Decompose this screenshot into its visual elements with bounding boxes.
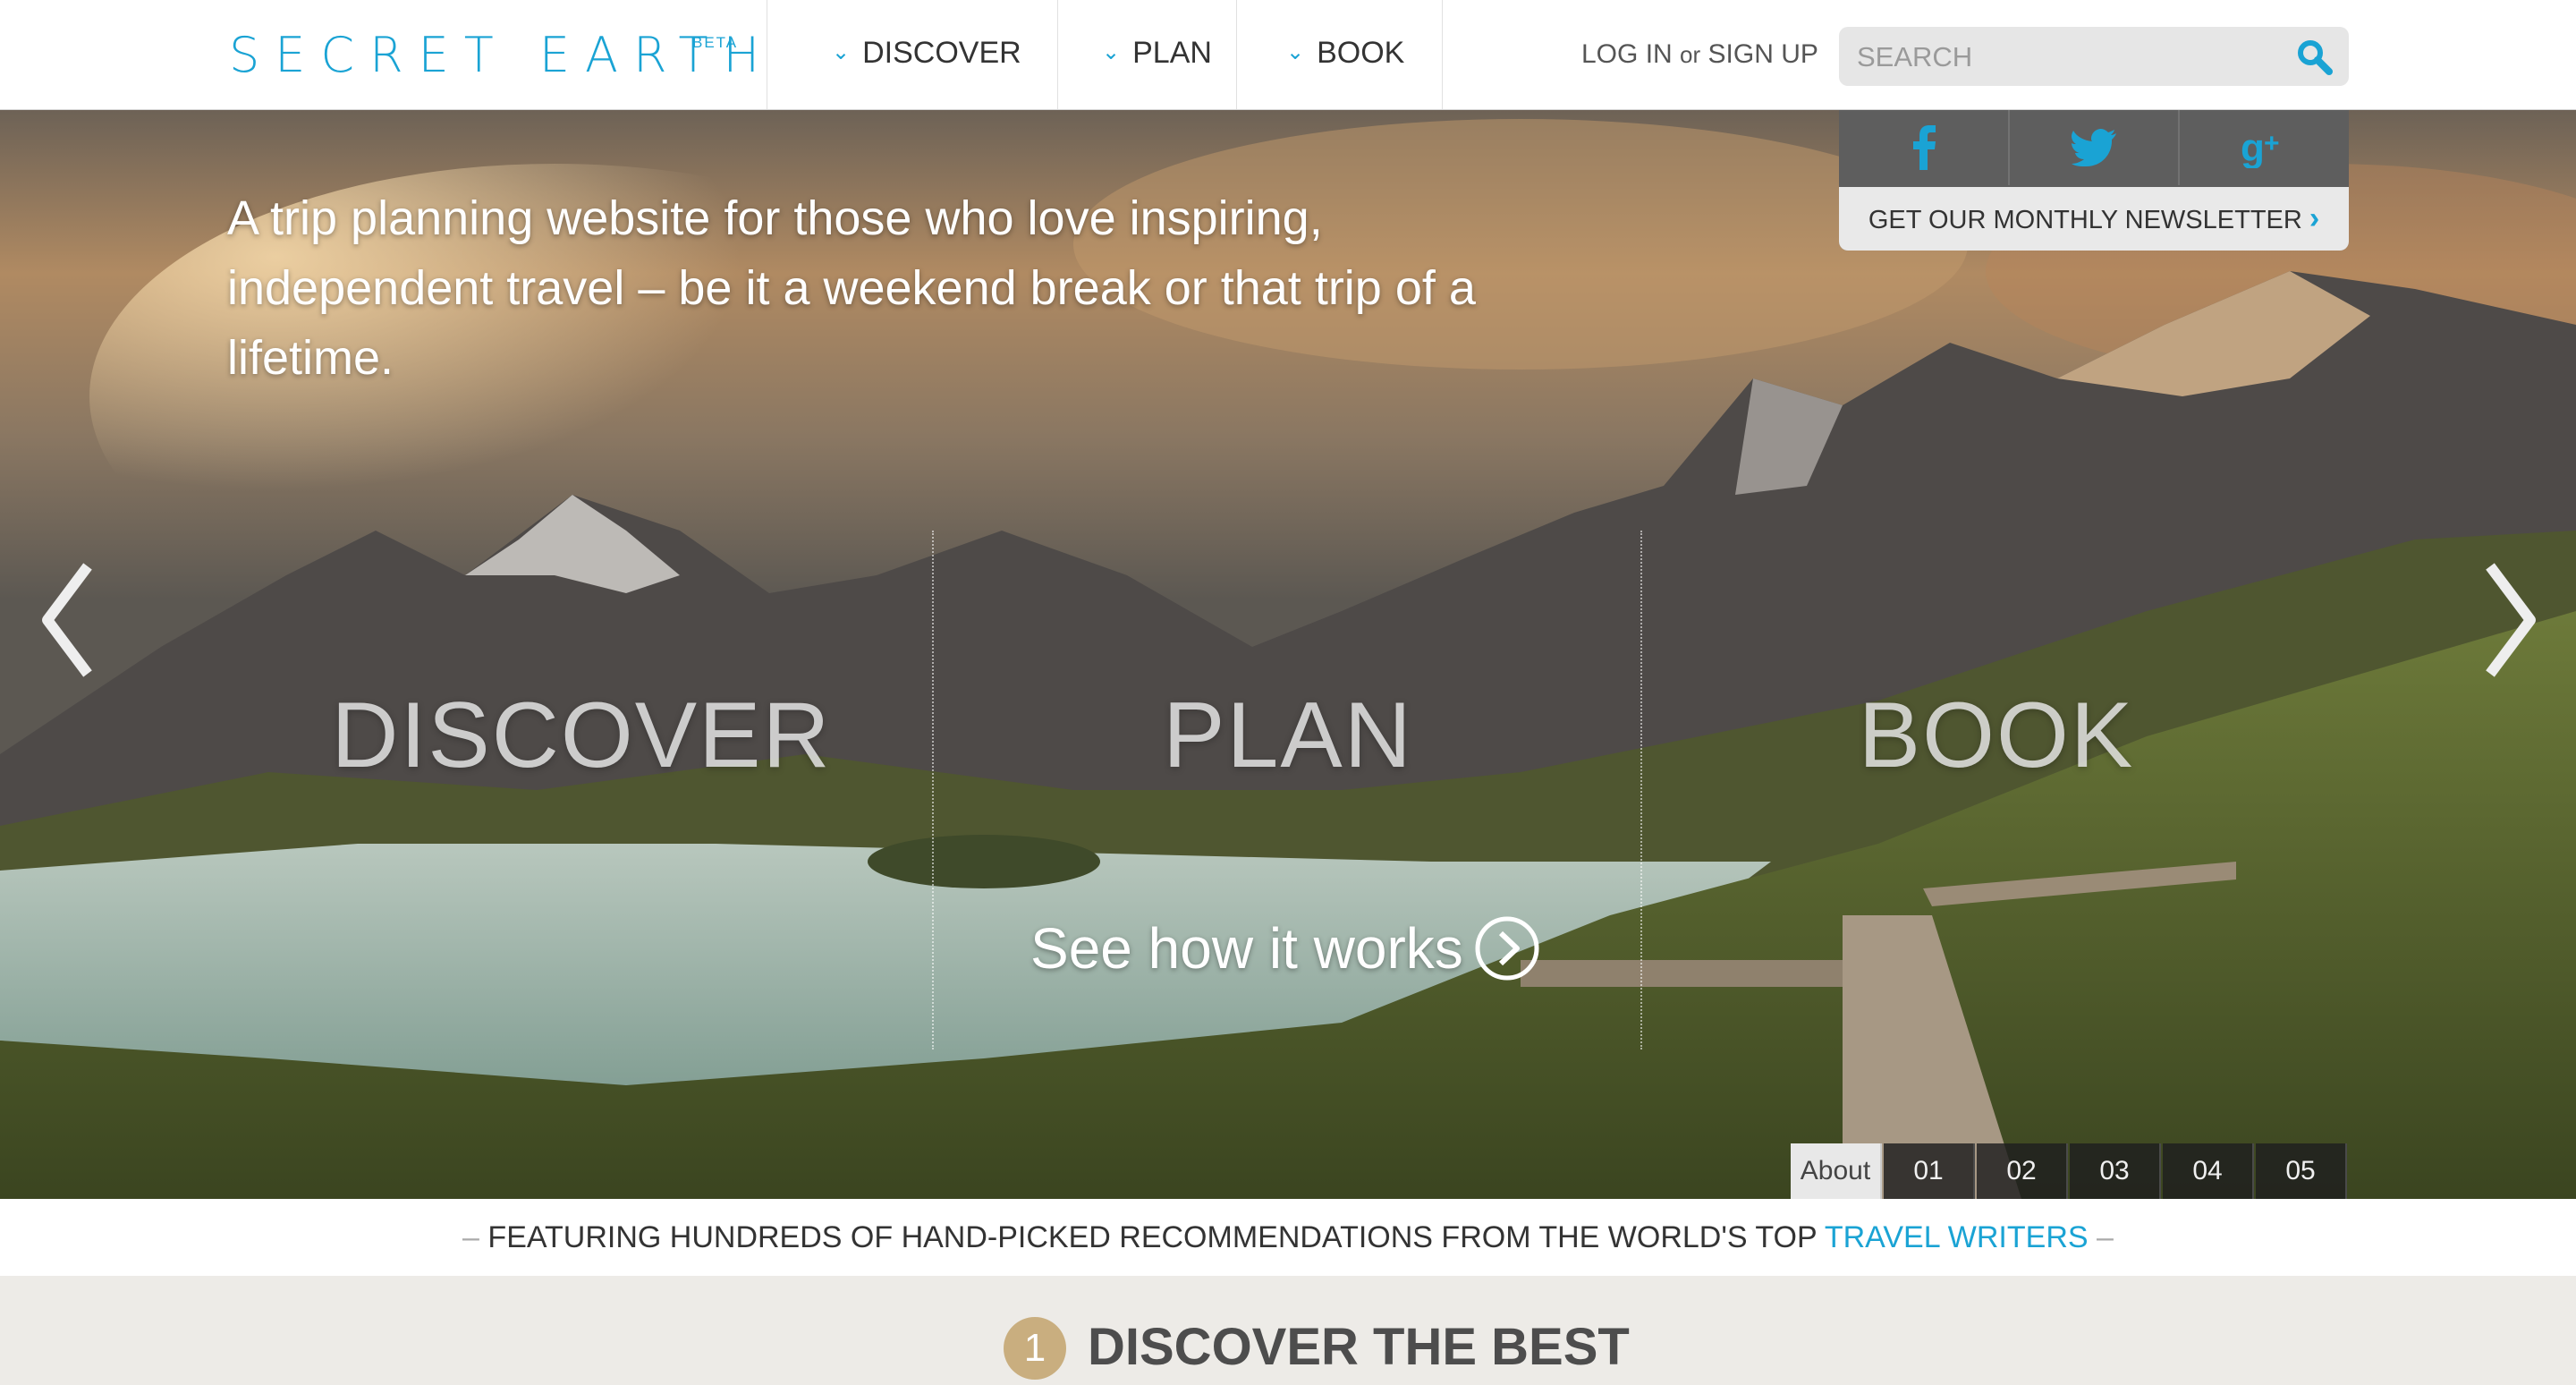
newsletter-signup-button[interactable]: GET OUR MONTHLY NEWSLETTER › (1839, 187, 2349, 251)
facebook-button[interactable] (1839, 110, 2010, 185)
pager-about[interactable]: About (1791, 1143, 1882, 1199)
circle-chevron-right-icon[interactable] (1474, 915, 1540, 981)
nav-discover[interactable]: ⌄ DISCOVER (832, 36, 1021, 71)
pillar-plan[interactable]: PLAN (1038, 683, 1538, 789)
pager-slide-05[interactable]: 05 (2256, 1143, 2347, 1199)
svg-text:g: g (2241, 127, 2265, 168)
dash-right: – (2097, 1220, 2114, 1254)
next-slide-arrow-icon[interactable] (2476, 557, 2544, 683)
beta-badge: BETA (692, 34, 739, 51)
nav-divider (1236, 0, 1237, 109)
newsletter-label: GET OUR MONTHLY NEWSLETTER (1868, 206, 2302, 234)
twitter-button[interactable] (2009, 110, 2180, 185)
login-link[interactable]: LOG IN (1581, 39, 1673, 69)
section-title: DISCOVER THE BEST (1088, 1318, 1630, 1376)
nav-book[interactable]: ⌄ BOOK (1286, 36, 1404, 71)
pager-slide-01[interactable]: 01 (1884, 1143, 1975, 1199)
travel-writers-link[interactable]: TRAVEL WRITERS (1825, 1220, 2089, 1254)
pillar-divider (932, 531, 934, 1049)
see-how-it-works-link[interactable]: See how it works (1030, 915, 1463, 981)
search-input[interactable] (1855, 38, 2279, 77)
pillar-discover[interactable]: DISCOVER (331, 683, 832, 789)
signup-link[interactable]: SIGN UP (1708, 39, 1818, 69)
step-number-badge: 1 (1004, 1317, 1066, 1380)
nav-book-label: BOOK (1317, 36, 1405, 70)
search-box (1839, 27, 2349, 86)
or-text: or (1680, 41, 1701, 68)
featuring-strip: – FEATURING HUNDREDS OF HAND-PICKED RECO… (0, 1199, 2576, 1276)
featuring-text: FEATURING HUNDREDS OF HAND-PICKED RECOMM… (487, 1220, 1818, 1254)
dash-left: – (462, 1220, 479, 1254)
site-header: SECRET EARTH BETA ⌄ DISCOVER ⌄ PLAN ⌄ BOOK … (0, 0, 2576, 110)
twitter-icon (2071, 129, 2116, 166)
pager-slide-04[interactable]: 04 (2163, 1143, 2254, 1199)
previous-slide-arrow-icon[interactable] (34, 557, 102, 683)
nav-plan[interactable]: ⌄ PLAN (1102, 36, 1212, 71)
pager-slide-02[interactable]: 02 (1977, 1143, 2068, 1199)
nav-divider (1057, 0, 1058, 109)
discover-section-header: 1 DISCOVER THE BEST (0, 1276, 2576, 1385)
social-panel: g + GET OUR MONTHLY NEWSLETTER › (1839, 110, 2349, 251)
pillar-divider (1640, 531, 1642, 1049)
chevron-down-icon: ⌄ (1286, 40, 1305, 64)
google-plus-icon: g + (2241, 127, 2280, 168)
chevron-down-icon: ⌄ (832, 40, 851, 64)
chevron-right-icon: › (2309, 201, 2320, 235)
svg-text:+: + (2264, 129, 2280, 158)
nav-discover-label: DISCOVER (862, 36, 1021, 70)
pager-slide-03[interactable]: 03 (2070, 1143, 2161, 1199)
search-icon[interactable] (2295, 38, 2334, 77)
nav-divider (1442, 0, 1443, 109)
facebook-icon (1912, 125, 1936, 170)
nav-plan-label: PLAN (1132, 36, 1212, 70)
google-plus-button[interactable]: g + (2179, 110, 2348, 185)
auth-links: LOG IN or SIGN UP (1581, 39, 1818, 70)
hero-banner: A trip planning website for those who lo… (0, 110, 2576, 1199)
chevron-down-icon: ⌄ (1102, 40, 1121, 64)
hero-tagline: A trip planning website for those who lo… (227, 191, 1476, 385)
pillar-book[interactable]: BOOK (1746, 683, 2247, 789)
